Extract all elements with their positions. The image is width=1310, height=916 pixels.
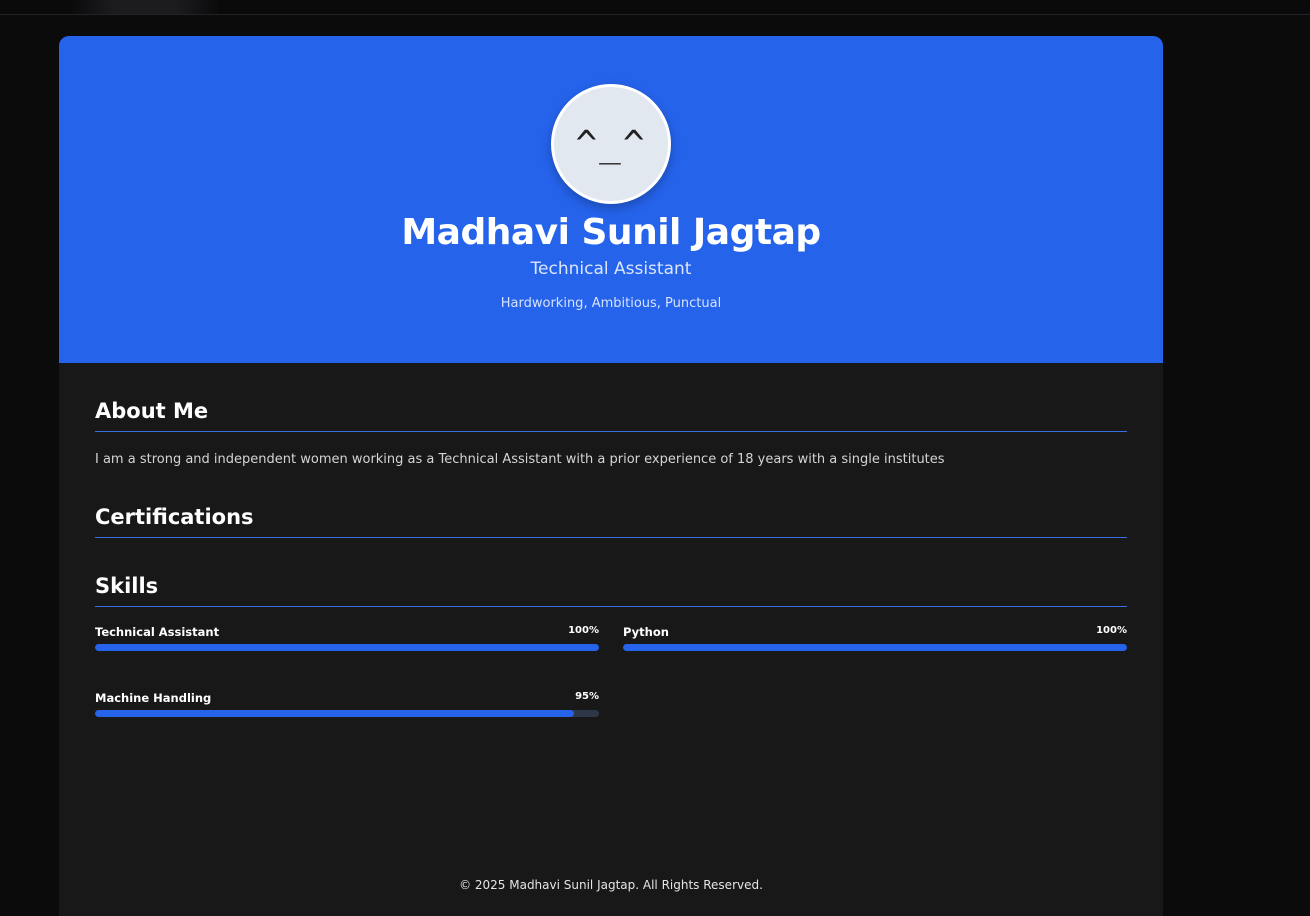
skill-percent: 95% <box>575 691 599 702</box>
skill-item: Machine Handling 95% <box>95 691 599 717</box>
footer-copyright: © 2025 Madhavi Sunil Jagtap. All Rights … <box>459 878 763 892</box>
skill-progress-fill <box>95 710 574 717</box>
skill-item: Technical Assistant 100% <box>95 625 599 651</box>
skill-progress-fill <box>95 644 599 651</box>
skill-item: Python 100% <box>623 625 1127 651</box>
skill-name: Technical Assistant <box>95 625 220 639</box>
profile-content: About Me I am a strong and independent w… <box>59 399 1163 717</box>
profile-name: Madhavi Sunil Jagtap <box>401 212 821 253</box>
profile-role: Technical Assistant <box>530 259 692 279</box>
about-title: About Me <box>95 399 1127 432</box>
skill-progress-bar <box>623 644 1127 651</box>
browser-tab[interactable] <box>70 0 220 14</box>
avatar: ^_^ <box>551 84 671 204</box>
about-text: I am a strong and independent women work… <box>95 452 945 467</box>
about-section: About Me I am a strong and independent w… <box>95 399 1127 467</box>
browser-top-bar <box>0 0 1310 15</box>
certifications-section: Certifications <box>95 505 1127 538</box>
skill-name: Machine Handling <box>95 691 212 705</box>
certifications-title: Certifications <box>95 505 1127 538</box>
profile-card: ^_^ Madhavi Sunil Jagtap Technical Assis… <box>59 36 1163 916</box>
skills-section: Skills Technical Assistant 100% Python 1… <box>95 574 1127 717</box>
profile-header: ^_^ Madhavi Sunil Jagtap Technical Assis… <box>59 36 1163 363</box>
skill-percent: 100% <box>568 625 599 636</box>
skill-progress-bar <box>95 710 599 717</box>
skills-title: Skills <box>95 574 1127 607</box>
profile-tagline: Hardworking, Ambitious, Punctual <box>500 296 722 311</box>
skill-percent: 100% <box>1096 625 1127 636</box>
skill-progress-bar <box>95 644 599 651</box>
skill-name: Python <box>623 625 669 639</box>
skills-grid: Technical Assistant 100% Python 100% Mac… <box>95 625 1127 717</box>
skill-progress-fill <box>623 644 1127 651</box>
